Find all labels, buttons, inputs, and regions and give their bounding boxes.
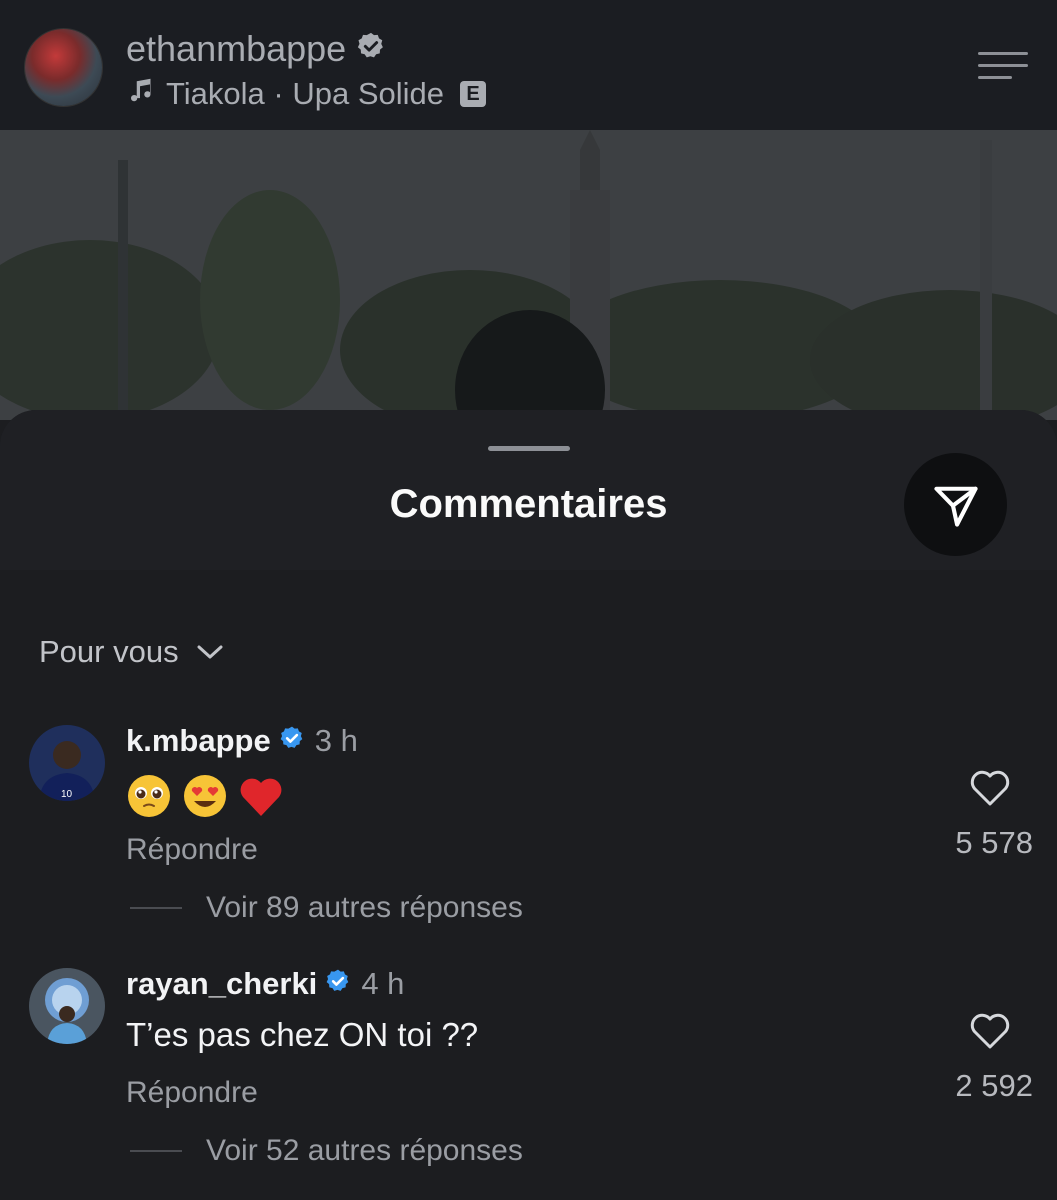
commenter-avatar[interactable]: 10	[29, 725, 105, 801]
author-avatar[interactable]	[25, 29, 102, 106]
verified-badge-icon	[325, 966, 351, 1002]
pleading-face-emoji	[126, 773, 172, 827]
comment-time: 4 h	[361, 966, 405, 1001]
view-replies-button[interactable]: Voir 52 autres réponses	[130, 1134, 523, 1168]
comment-header: k.mbappe 3 h	[126, 723, 358, 759]
replies-divider	[130, 907, 182, 909]
comment-emojis	[126, 773, 284, 827]
explicit-badge: E	[460, 81, 486, 107]
commenter-avatar[interactable]	[29, 968, 105, 1044]
comment-header: rayan_cherki 4 h	[126, 966, 404, 1002]
photo-scene	[0, 130, 1057, 420]
author-username[interactable]: ethanmbappe	[126, 28, 346, 70]
comment-text: T’es pas chez ON toi ??	[126, 1016, 479, 1053]
menu-icon[interactable]	[978, 52, 1028, 80]
svg-text:10: 10	[61, 789, 73, 800]
post-header: ethanmbappe Tiakola · Upa Solide E	[0, 0, 1057, 130]
sheet-grabber[interactable]	[488, 446, 570, 451]
like-count: 2 592	[955, 1068, 1033, 1103]
sheet-header: Commentaires	[0, 410, 1057, 570]
sheet-title: Commentaires	[389, 482, 668, 526]
view-replies-label: Voir 89 autres réponses	[206, 891, 523, 924]
like-heart-icon[interactable]	[969, 769, 1011, 807]
comment-item: 10 k.mbappe 3 h Répondre Voir 89 autres …	[0, 723, 1057, 955]
send-icon	[933, 486, 978, 527]
author-username-row[interactable]: ethanmbappe	[126, 28, 386, 70]
verified-badge-icon	[356, 28, 386, 70]
comment-time: 3 h	[314, 723, 358, 758]
heart-eyes-emoji	[182, 773, 228, 827]
like-count: 5 578	[955, 825, 1033, 860]
red-heart-emoji	[238, 774, 284, 826]
commenter-username[interactable]: rayan_cherki	[126, 966, 317, 1002]
sort-label: Pour vous	[39, 634, 179, 669]
post-photo	[0, 130, 1057, 420]
comments-sheet: Commentaires Pour vous 10 k.mbappe 3 h R…	[0, 410, 1057, 1200]
chevron-down-icon	[197, 645, 223, 659]
reply-button[interactable]: Répondre	[126, 1076, 258, 1110]
view-replies-label: Voir 52 autres réponses	[206, 1134, 523, 1167]
music-note-icon	[126, 75, 156, 113]
comment-item: rayan_cherki 4 h T’es pas chez ON toi ??…	[0, 966, 1057, 1198]
like-heart-icon[interactable]	[969, 1012, 1011, 1050]
music-row[interactable]: Tiakola · Upa Solide E	[126, 75, 486, 113]
music-label: Tiakola · Upa Solide	[166, 76, 444, 111]
sort-dropdown[interactable]: Pour vous	[39, 634, 223, 670]
view-replies-button[interactable]: Voir 89 autres réponses	[130, 891, 523, 925]
replies-divider	[130, 1150, 182, 1152]
reply-button[interactable]: Répondre	[126, 833, 258, 867]
share-button[interactable]	[904, 453, 1007, 556]
verified-badge-icon	[279, 723, 305, 759]
commenter-username[interactable]: k.mbappe	[126, 723, 271, 759]
